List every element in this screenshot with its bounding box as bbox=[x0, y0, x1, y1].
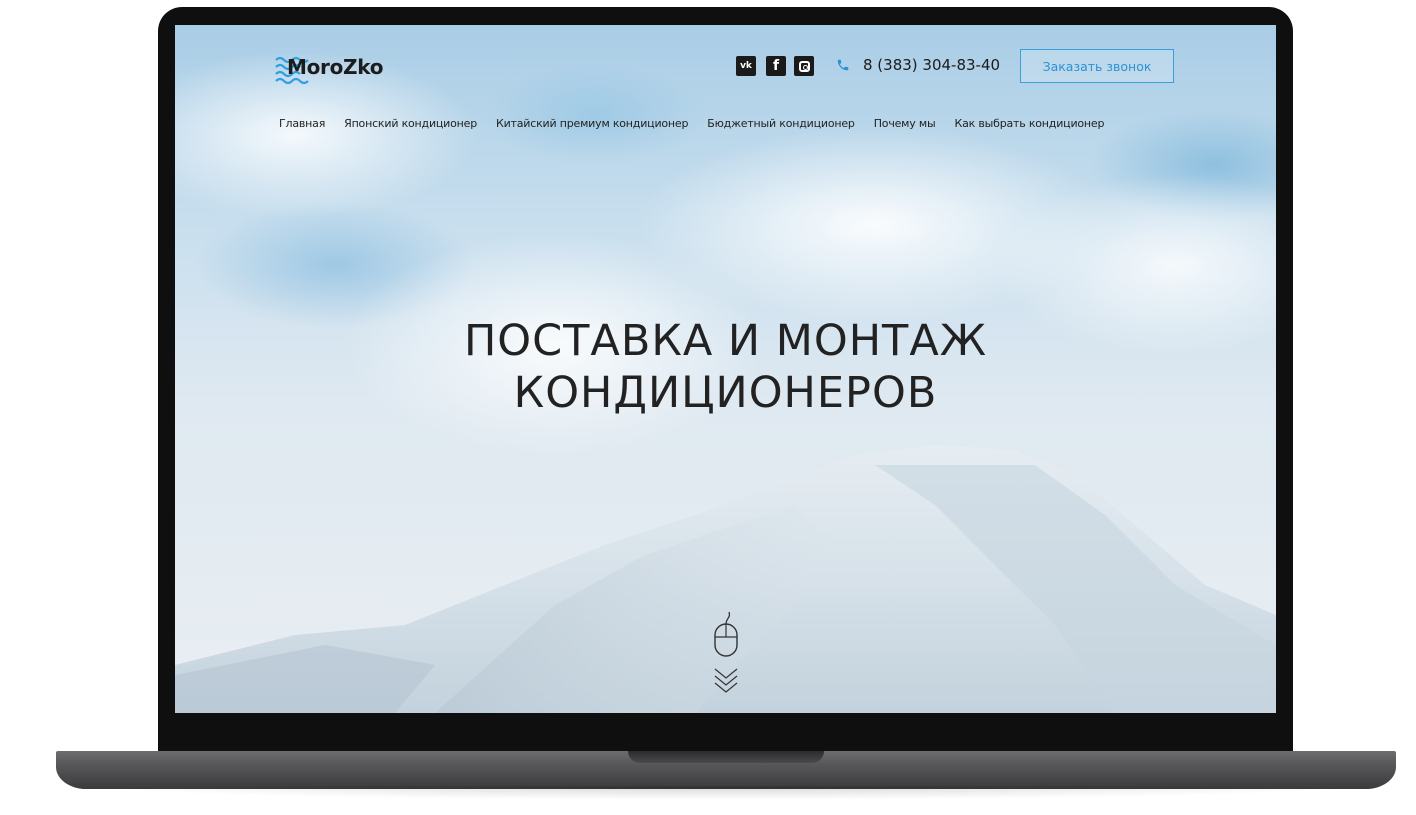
nav-item-how-to-choose[interactable]: Как выбрать кондиционер bbox=[954, 117, 1104, 130]
vk-icon-label: vk bbox=[740, 61, 752, 71]
hero-title-line-1: ПОСТАВКА И МОНТАЖ bbox=[463, 316, 988, 366]
nav-item-budget[interactable]: Бюджетный кондиционер bbox=[707, 117, 855, 130]
vk-icon[interactable]: vk bbox=[736, 56, 756, 76]
phone-number[interactable]: 8 (383) 304-83-40 bbox=[863, 56, 1000, 74]
facebook-icon[interactable]: f bbox=[766, 56, 786, 76]
main-nav: Главная Японский кондиционер Китайский п… bbox=[279, 117, 1179, 130]
logo[interactable]: MoroZko bbox=[275, 50, 415, 86]
chevrons-down-icon[interactable] bbox=[713, 665, 739, 699]
website-screen: MoroZko vk f 8 (383) 304-83-40 Заказать … bbox=[175, 25, 1276, 713]
callback-button[interactable]: Заказать звонок bbox=[1020, 49, 1174, 83]
hero-title: ПОСТАВКА И МОНТАЖ КОНДИЦИОНЕРОВ bbox=[175, 315, 1276, 419]
facebook-icon-label: f bbox=[772, 58, 780, 74]
nav-item-home[interactable]: Главная bbox=[279, 117, 325, 130]
nav-item-chinese-premium[interactable]: Китайский премиум кондиционер bbox=[496, 117, 688, 130]
logo-text: MoroZko bbox=[287, 55, 384, 79]
phone-icon bbox=[837, 59, 849, 71]
nav-item-japanese[interactable]: Японский кондиционер bbox=[344, 117, 477, 130]
laptop-notch bbox=[628, 751, 824, 763]
hero-title-line-2: КОНДИЦИОНЕРОВ bbox=[513, 368, 938, 418]
laptop-shadow bbox=[80, 786, 1370, 800]
mouse-icon[interactable] bbox=[709, 610, 743, 660]
nav-item-why-us[interactable]: Почему мы bbox=[874, 117, 936, 130]
instagram-icon[interactable] bbox=[794, 56, 814, 76]
